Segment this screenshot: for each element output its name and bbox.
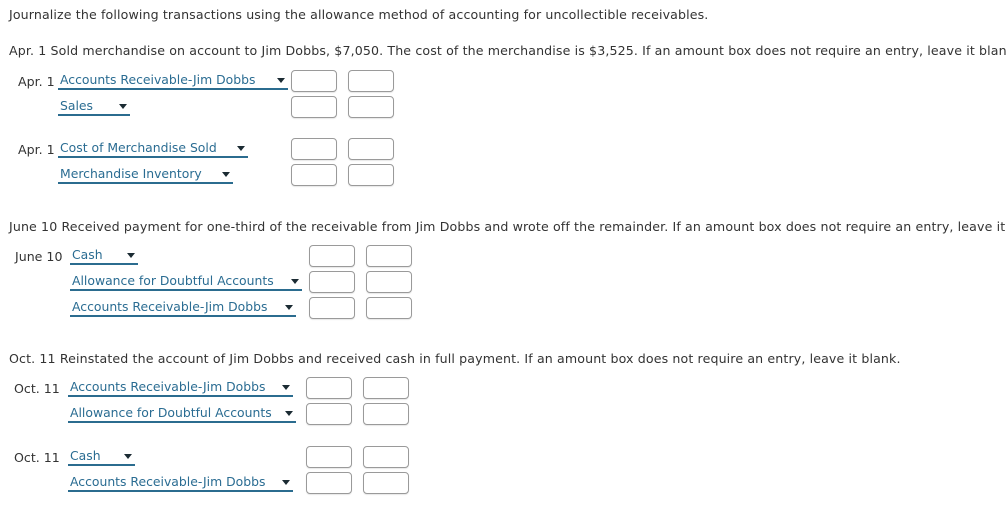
account-select[interactable]: Accounts Receivable-Jim Dobbs bbox=[70, 298, 296, 317]
credit-amount-input[interactable] bbox=[348, 138, 394, 160]
apr-transaction-instruction: Apr. 1 Sold merchandise on account to Ji… bbox=[9, 43, 1007, 58]
account-select-label: Accounts Receivable-Jim Dobbs bbox=[70, 379, 266, 394]
entry-date-label: June 10 bbox=[15, 249, 63, 264]
account-select[interactable]: Cost of Merchandise Sold bbox=[58, 139, 248, 158]
account-select-label: Merchandise Inventory bbox=[60, 166, 202, 181]
account-select-label: Accounts Receivable-Jim Dobbs bbox=[72, 299, 268, 314]
credit-amount-input[interactable] bbox=[363, 472, 409, 494]
chevron-down-icon bbox=[285, 411, 293, 416]
credit-amount-input[interactable] bbox=[366, 297, 412, 319]
credit-amount-input[interactable] bbox=[363, 403, 409, 425]
account-select-label: Cost of Merchandise Sold bbox=[60, 140, 217, 155]
entry-date-label: Oct. 11 bbox=[14, 450, 60, 465]
entry-date-label: Apr. 1 bbox=[18, 142, 55, 157]
account-select[interactable]: Sales bbox=[58, 97, 130, 116]
entry-date-label: Oct. 11 bbox=[14, 381, 60, 396]
credit-amount-input[interactable] bbox=[363, 446, 409, 468]
account-select[interactable]: Cash bbox=[70, 246, 138, 265]
account-select-label: Accounts Receivable-Jim Dobbs bbox=[60, 72, 256, 87]
chevron-down-icon bbox=[282, 385, 290, 390]
account-select-label: Cash bbox=[70, 448, 101, 463]
account-select[interactable]: Merchandise Inventory bbox=[58, 165, 233, 184]
chevron-down-icon bbox=[222, 172, 230, 177]
oct-transaction-instruction: Oct. 11 Reinstated the account of Jim Do… bbox=[9, 351, 901, 366]
chevron-down-icon bbox=[285, 305, 293, 310]
account-select[interactable]: Accounts Receivable-Jim Dobbs bbox=[68, 378, 293, 397]
account-select-label: Accounts Receivable-Jim Dobbs bbox=[70, 474, 266, 489]
debit-amount-input[interactable] bbox=[309, 245, 355, 267]
account-select[interactable]: Cash bbox=[68, 447, 135, 466]
chevron-down-icon bbox=[119, 104, 127, 109]
debit-amount-input[interactable] bbox=[306, 472, 352, 494]
credit-amount-input[interactable] bbox=[366, 245, 412, 267]
main-instruction-text: Journalize the following transactions us… bbox=[9, 7, 709, 22]
debit-amount-input[interactable] bbox=[306, 377, 352, 399]
debit-amount-input[interactable] bbox=[309, 297, 355, 319]
debit-amount-input[interactable] bbox=[309, 271, 355, 293]
account-select[interactable]: Allowance for Doubtful Accounts bbox=[70, 272, 302, 291]
debit-amount-input[interactable] bbox=[306, 446, 352, 468]
entry-date-label: Apr. 1 bbox=[18, 74, 55, 89]
chevron-down-icon bbox=[291, 279, 299, 284]
account-select[interactable]: Accounts Receivable-Jim Dobbs bbox=[68, 473, 293, 492]
chevron-down-icon bbox=[237, 146, 245, 151]
credit-amount-input[interactable] bbox=[348, 164, 394, 186]
debit-amount-input[interactable] bbox=[306, 403, 352, 425]
account-select[interactable]: Accounts Receivable-Jim Dobbs bbox=[58, 71, 288, 90]
credit-amount-input[interactable] bbox=[366, 271, 412, 293]
debit-amount-input[interactable] bbox=[291, 70, 337, 92]
account-select-label: Cash bbox=[72, 247, 103, 262]
june-transaction-instruction: June 10 Received payment for one-third o… bbox=[9, 219, 1007, 234]
chevron-down-icon bbox=[127, 253, 135, 258]
debit-amount-input[interactable] bbox=[291, 164, 337, 186]
debit-amount-input[interactable] bbox=[291, 138, 337, 160]
chevron-down-icon bbox=[277, 78, 285, 83]
credit-amount-input[interactable] bbox=[348, 96, 394, 118]
credit-amount-input[interactable] bbox=[363, 377, 409, 399]
chevron-down-icon bbox=[124, 454, 132, 459]
chevron-down-icon bbox=[282, 480, 290, 485]
account-select-label: Allowance for Doubtful Accounts bbox=[70, 405, 272, 420]
journal-entry-page: { "instructions": { "main": "Journalize … bbox=[0, 0, 1007, 514]
account-select-label: Allowance for Doubtful Accounts bbox=[72, 273, 274, 288]
account-select[interactable]: Allowance for Doubtful Accounts bbox=[68, 404, 296, 423]
debit-amount-input[interactable] bbox=[291, 96, 337, 118]
account-select-label: Sales bbox=[60, 98, 93, 113]
credit-amount-input[interactable] bbox=[348, 70, 394, 92]
